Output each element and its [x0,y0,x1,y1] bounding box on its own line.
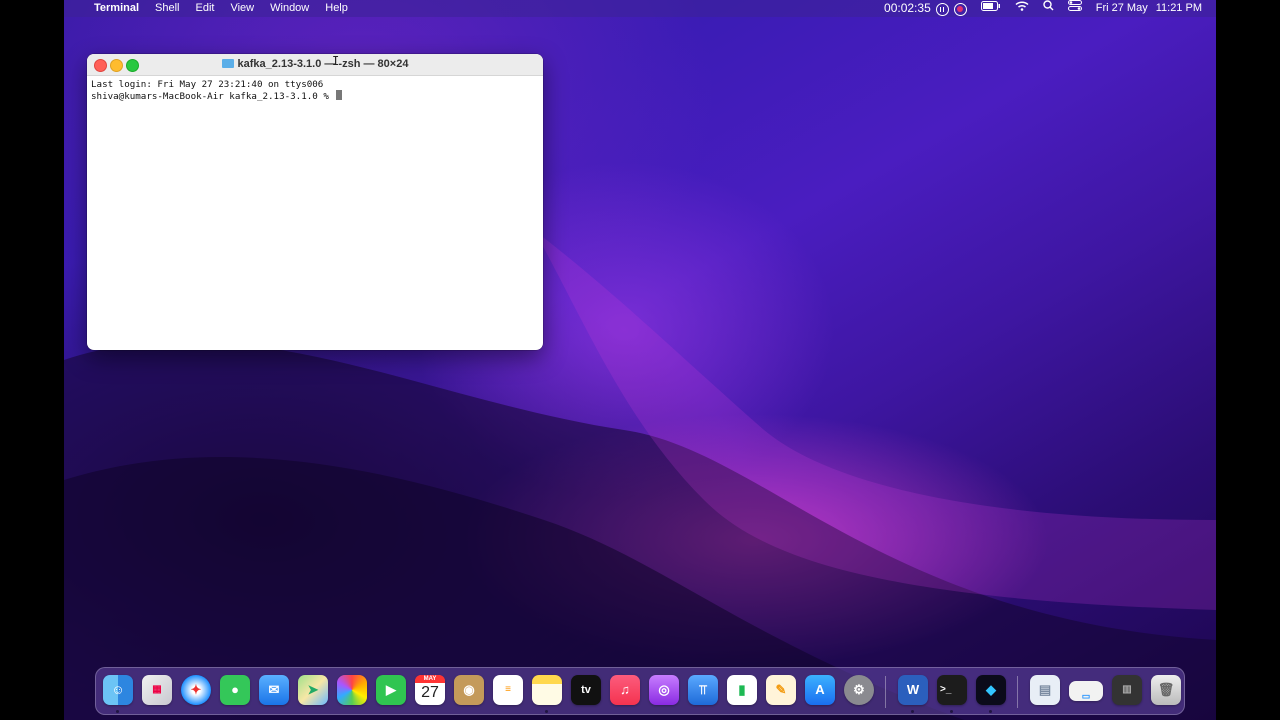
control-center-icon[interactable] [1067,0,1082,17]
calendar-month: MAY [415,675,445,683]
terminal-content[interactable]: Last login: Fri May 27 23:21:40 on ttys0… [87,76,543,105]
mail-icon[interactable]: ✉ [259,675,289,705]
menu-view[interactable]: View [230,0,254,17]
launchpad-icon[interactable]: ▦ [142,675,172,705]
trash-icon[interactable]: 🗑 [1151,675,1181,705]
terminal-icon[interactable]: >_ [937,675,967,705]
document-icon[interactable]: ▤ [1030,675,1060,705]
photos-icon[interactable] [337,675,367,705]
notes-icon[interactable] [532,675,562,705]
app-icon[interactable]: ◆ [976,675,1006,705]
recording-timer: 00:02:35 [884,1,931,15]
menu-date[interactable]: Fri 27 May [1096,0,1148,17]
app-store-icon[interactable]: A [805,675,835,705]
music-icon[interactable]: ♫ [610,675,640,705]
menu-window[interactable]: Window [270,0,309,17]
dock: ☺ ▦ ✦ ● ✉ ➤ ▶ MAY 27 ◉ ≡ tv ♫ ◎ ⫪ ▮ ✎ A … [95,667,1185,715]
menu-shell[interactable]: Shell [155,0,179,17]
terminal-window[interactable]: kafka_2.13-3.1.0 — -zsh — 80×24 Last log… [87,54,543,350]
wifi-icon[interactable] [1015,0,1029,17]
menu-time[interactable]: 11:21 PM [1156,0,1202,17]
numbers-icon[interactable]: ▮ [727,675,757,705]
ibeam-cursor-icon: I [332,54,340,68]
text-cursor [336,90,343,100]
messages-icon[interactable]: ● [220,675,250,705]
dock-separator [1017,676,1018,708]
menu-edit[interactable]: Edit [196,0,215,17]
podcasts-icon[interactable]: ◎ [649,675,679,705]
reminders-icon[interactable]: ≡ [493,675,523,705]
safari-icon[interactable]: ✦ [181,675,211,705]
facetime-icon[interactable]: ▶ [376,675,406,705]
menu-help[interactable]: Help [325,0,348,17]
contacts-icon[interactable]: ◉ [454,675,484,705]
dock-separator [885,676,886,708]
stack-icon[interactable]: ▥ [1112,675,1142,705]
terminal-titlebar[interactable]: kafka_2.13-3.1.0 — -zsh — 80×24 [87,54,543,76]
window-title: kafka_2.13-3.1.0 — -zsh — 80×24 [237,58,409,70]
spotlight-search-icon[interactable] [1043,0,1054,17]
folder-icon [221,59,234,68]
menu-bar: Terminal Shell Edit View Window Help 00:… [64,0,1216,17]
maps-icon[interactable]: ➤ [298,675,328,705]
apple-tv-label: tv [581,684,591,696]
terminal-line: Last login: Fri May 27 23:21:40 on ttys0… [91,79,324,90]
system-preferences-icon[interactable]: ⚙ [844,675,874,705]
finder-icon[interactable]: ☺ [103,675,133,705]
microsoft-word-icon[interactable]: W [898,675,928,705]
minimize-window-button[interactable] [110,59,123,72]
terminal-prompt: shiva@kumars-MacBook-Air kafka_2.13-3.1.… [91,91,335,102]
keynote-icon[interactable]: ⫪ [688,675,718,705]
window-icon[interactable]: ▭ [1069,681,1103,701]
stop-recording-icon[interactable] [953,3,967,16]
calendar-day: 27 [421,684,439,701]
menu-app-name[interactable]: Terminal [94,0,139,17]
desktop: Terminal Shell Edit View Window Help 00:… [64,0,1216,720]
pages-icon[interactable]: ✎ [766,675,796,705]
word-label: W [906,682,920,697]
calendar-icon[interactable]: MAY 27 [415,675,445,705]
apple-tv-icon[interactable]: tv [571,675,601,705]
close-window-button[interactable] [94,59,107,72]
pause-recording-icon[interactable] [935,3,949,16]
battery-icon[interactable] [980,0,1001,17]
zoom-window-button[interactable] [126,59,139,72]
